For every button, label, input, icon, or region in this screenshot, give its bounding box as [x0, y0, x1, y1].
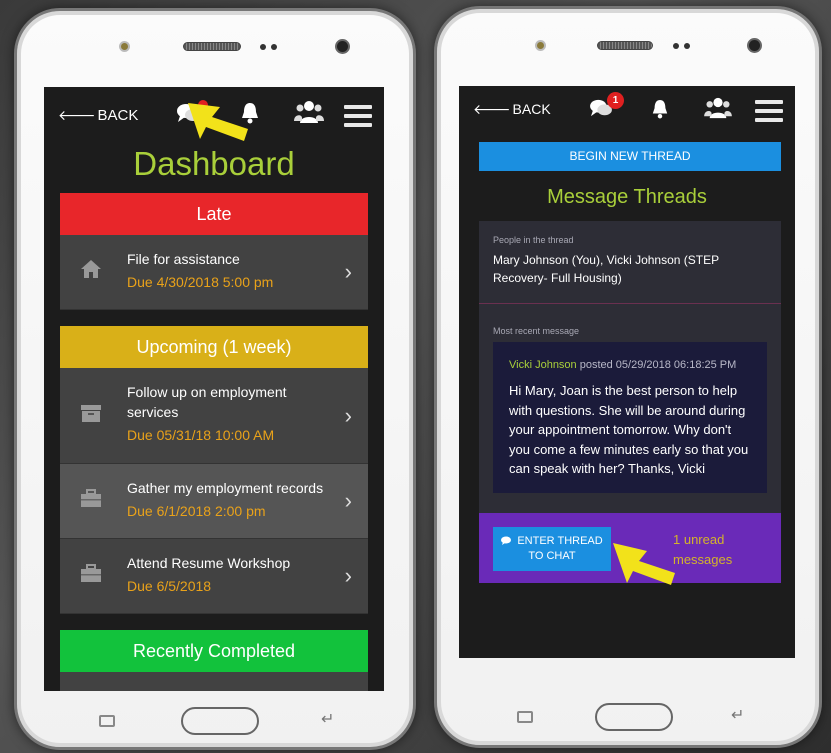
- return-icon[interactable]: ↵: [731, 705, 744, 725]
- sensor-icon: [121, 43, 128, 50]
- chevron-right-icon: ›: [344, 402, 352, 428]
- phone-left: 🡐 BACK Dashboard Late File for assistance…: [14, 8, 416, 750]
- page-title: Message Threads: [547, 186, 707, 208]
- chat-bubble-icon: [501, 535, 517, 547]
- back-arrow-icon: 🡐: [473, 101, 511, 117]
- bell-icon[interactable]: [651, 98, 669, 126]
- home-button[interactable]: [595, 703, 673, 731]
- group-icon[interactable]: [704, 96, 732, 126]
- upcoming-section-header: Upcoming (1 week): [60, 326, 368, 368]
- back-arrow-icon: 🡐: [58, 107, 96, 123]
- enter-thread-bar: ENTER THREAD TO CHAT 1 unread messages: [479, 512, 781, 585]
- task-item[interactable]: File for assistance Due 4/30/2018 5:00 p…: [60, 235, 368, 310]
- indicator-dot: [260, 44, 266, 50]
- speaker-grille: [597, 41, 653, 50]
- message-threads-screen: 🡐 BACK 1 BEGIN NEW THREAD Message Threads…: [459, 86, 795, 658]
- task-due-date: Due 6/1/2018 2:00 pm: [127, 503, 266, 519]
- chevron-right-icon: ›: [344, 563, 352, 588]
- phone-right: 🡐 BACK 1 BEGIN NEW THREAD Message Threads…: [434, 6, 822, 748]
- indicator-dot: [673, 43, 679, 49]
- message-bubble: Vicki Johnson posted 05/29/2018 06:18:25…: [493, 342, 767, 493]
- indicator-dot: [684, 43, 690, 49]
- message-meta: Vicki Johnson posted 05/29/2018 06:18:25…: [509, 359, 737, 371]
- pointer-arrow-icon: [188, 103, 248, 141]
- briefcase-icon: [80, 563, 102, 589]
- page-title: Dashboard: [133, 145, 295, 182]
- top-nav-bar: 🡐 BACK 1: [459, 86, 795, 136]
- task-item[interactable]: Gather my employment records Due 6/1/201…: [60, 464, 368, 539]
- task-title: Gather my employment records: [127, 480, 324, 496]
- people-label: People in the thread: [493, 235, 574, 245]
- chat-badge: 1: [607, 92, 624, 109]
- recents-icon[interactable]: [99, 715, 115, 727]
- task-due-date: Due 4/30/2018 5:00 pm: [127, 274, 274, 290]
- front-camera-icon: [749, 40, 760, 51]
- recents-icon[interactable]: [517, 711, 533, 723]
- people-list: Mary Johnson (You), Vicki Johnson (STEP …: [493, 253, 719, 285]
- task-title: Follow up on employment services: [127, 384, 287, 420]
- completed-list-peek: [60, 672, 368, 691]
- back-button[interactable]: 🡐 BACK: [473, 101, 551, 118]
- task-title: File for assistance: [127, 251, 240, 267]
- chevron-right-icon: ›: [344, 259, 352, 284]
- task-item[interactable]: Attend Resume Workshop Due 6/5/2018 ›: [60, 539, 368, 614]
- task-due-date: Due 05/31/18 10:00 AM: [127, 427, 275, 443]
- pointer-arrow-icon: [613, 542, 675, 585]
- begin-new-thread-button[interactable]: BEGIN NEW THREAD: [479, 142, 781, 171]
- enter-thread-button[interactable]: ENTER THREAD TO CHAT: [493, 526, 611, 571]
- sender-name[interactable]: Vicki Johnson: [509, 359, 577, 371]
- front-camera-icon: [337, 41, 348, 52]
- return-icon[interactable]: ↵: [321, 709, 334, 729]
- completed-section-header: Recently Completed: [60, 630, 368, 672]
- recent-label: Most recent message: [493, 326, 580, 336]
- briefcase-icon: [80, 488, 102, 514]
- recent-message-card: Most recent message Vicki Johnson posted…: [479, 304, 781, 513]
- archive-box-icon: [80, 403, 102, 429]
- home-icon: [80, 259, 102, 285]
- chevron-right-icon: ›: [344, 488, 352, 513]
- sensor-icon: [537, 42, 544, 49]
- home-button[interactable]: [181, 707, 259, 735]
- indicator-dot: [271, 44, 277, 50]
- thread-participants: People in the thread Mary Johnson (You),…: [479, 221, 781, 303]
- task-item[interactable]: Follow up on employment services Due 05/…: [60, 368, 368, 464]
- hardware-nav-bar: ↵: [17, 701, 413, 741]
- task-title: Attend Resume Workshop: [127, 555, 291, 571]
- hardware-nav-bar: ↵: [437, 697, 819, 737]
- late-section-header: Late: [60, 193, 368, 235]
- group-icon[interactable]: [294, 99, 324, 131]
- menu-icon[interactable]: [755, 100, 783, 122]
- message-text: Hi Mary, Joan is the best person to help…: [509, 383, 749, 476]
- task-due-date: Due 6/5/2018: [127, 578, 212, 594]
- back-button[interactable]: 🡐 BACK: [58, 107, 138, 124]
- speaker-grille: [183, 42, 241, 51]
- menu-icon[interactable]: [344, 105, 372, 127]
- dashboard-screen: 🡐 BACK Dashboard Late File for assistance…: [44, 87, 384, 691]
